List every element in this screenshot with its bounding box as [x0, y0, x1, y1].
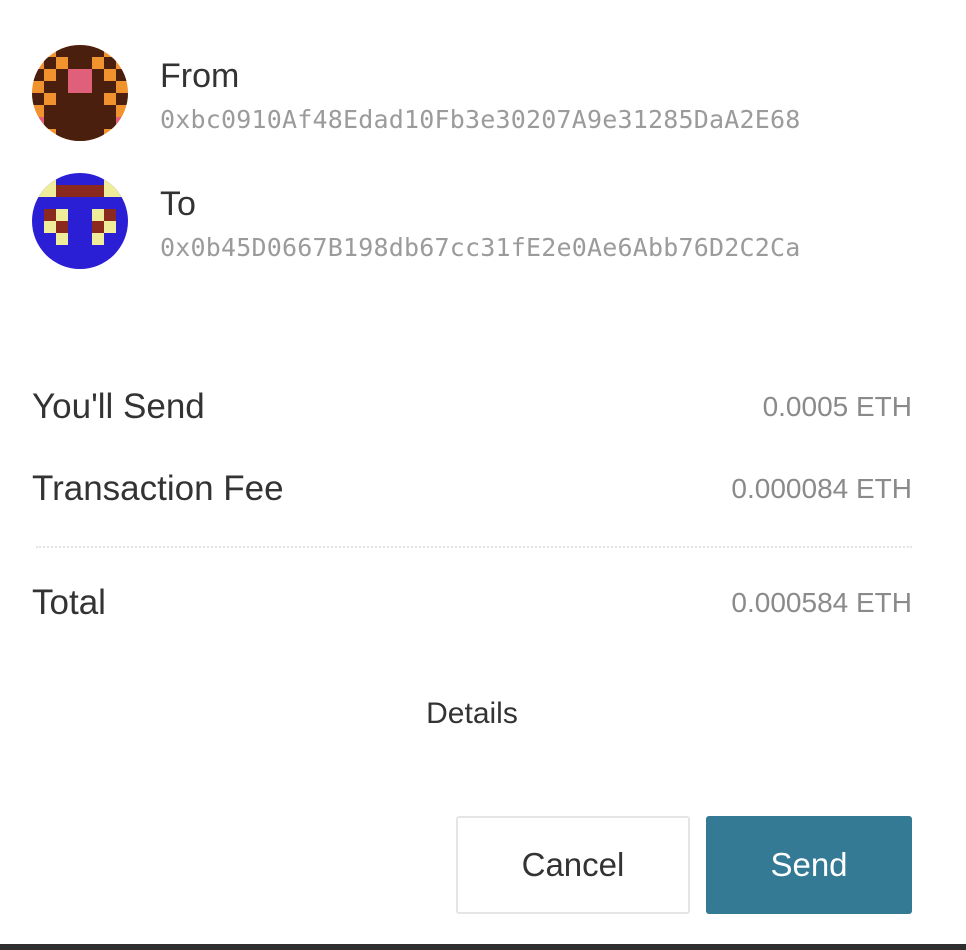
total-row: Total 0.000584 ETH	[32, 581, 912, 625]
window-bottom-edge	[0, 944, 966, 950]
send-amount-row: You'll Send 0.0005 ETH	[32, 385, 912, 429]
details-link[interactable]: Details	[0, 694, 944, 734]
summary-divider	[36, 546, 912, 548]
send-button[interactable]: Send	[706, 816, 912, 914]
cancel-button[interactable]: Cancel	[456, 816, 690, 914]
to-address: 0x0b45D0667B198db67cc31fE2e0Ae6Abb76D2C2…	[160, 233, 801, 262]
transaction-fee-value: 0.000084 ETH	[731, 473, 912, 504]
from-party: From 0xbc0910Af48Edad10Fb3e30207A9e31285…	[32, 44, 932, 144]
transaction-fee-row: Transaction Fee 0.000084 ETH	[32, 467, 912, 511]
total-value: 0.000584 ETH	[731, 587, 912, 618]
send-amount-label: You'll Send	[32, 387, 205, 426]
to-label: To	[160, 185, 196, 223]
from-label: From	[160, 57, 240, 95]
from-address: 0xbc0910Af48Edad10Fb3e30207A9e31285DaA2E…	[160, 105, 801, 134]
from-identicon-icon	[32, 45, 128, 141]
transaction-fee-label: Transaction Fee	[32, 469, 284, 508]
total-label: Total	[32, 583, 106, 622]
to-identicon-icon	[32, 173, 128, 269]
send-amount-value: 0.0005 ETH	[762, 391, 912, 422]
confirm-transaction-modal: From 0xbc0910Af48Edad10Fb3e30207A9e31285…	[0, 0, 966, 944]
to-party: To 0x0b45D0667B198db67cc31fE2e0Ae6Abb76D…	[32, 172, 932, 272]
